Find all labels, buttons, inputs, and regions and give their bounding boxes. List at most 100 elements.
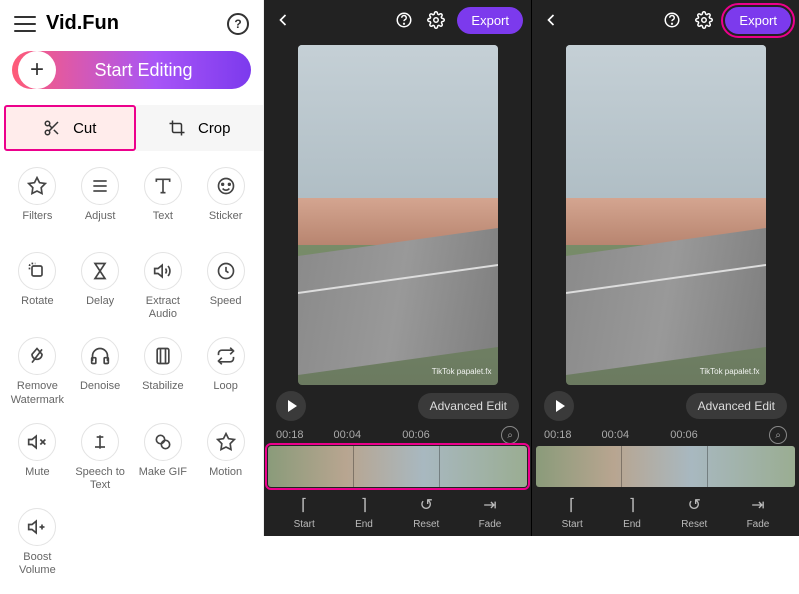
- tool-icon: [18, 252, 56, 290]
- menu-icon[interactable]: [14, 16, 36, 32]
- tool-speech-to-text[interactable]: Speech to Text: [69, 417, 132, 498]
- tool-icon: [81, 167, 119, 205]
- trim-fade-button[interactable]: ⇥Fade: [747, 495, 770, 530]
- bracket-right-icon: ⌉: [622, 495, 642, 515]
- tab-crop[interactable]: Crop: [136, 105, 264, 151]
- tool-label: Sticker: [209, 210, 243, 236]
- trim-fade-button[interactable]: ⇥Fade: [479, 495, 502, 530]
- tool-label: Extract Audio: [134, 295, 193, 321]
- bracket-right-icon: ⌉: [354, 495, 374, 515]
- tool-label: Remove Watermark: [8, 380, 67, 406]
- reset-icon: ↺: [416, 495, 436, 515]
- time-mark: 00:04: [334, 429, 362, 441]
- tool-rotate[interactable]: Rotate: [6, 246, 69, 327]
- tool-icon: [81, 337, 119, 375]
- start-label: Start Editing: [56, 60, 251, 81]
- scissors-icon: [43, 119, 61, 137]
- trim-start-button[interactable]: ⌈Start: [294, 495, 315, 530]
- tool-extract-audio[interactable]: Extract Audio: [132, 246, 195, 327]
- tool-icon: [144, 167, 182, 205]
- back-icon[interactable]: [540, 9, 562, 31]
- help-icon[interactable]: [661, 9, 683, 31]
- app-title: Vid.Fun: [46, 12, 227, 35]
- help-icon[interactable]: [393, 9, 415, 31]
- tool-stabilize[interactable]: Stabilize: [132, 331, 195, 412]
- tool-icon: [18, 508, 56, 546]
- video-preview[interactable]: TikTok papalet.fx: [566, 45, 766, 385]
- timeline[interactable]: [268, 446, 527, 487]
- tab-cut-label: Cut: [73, 120, 96, 137]
- watermark: TikTok papalet.fx: [432, 367, 492, 377]
- tool-label: Loop: [213, 380, 237, 406]
- tool-speed[interactable]: Speed: [194, 246, 257, 327]
- tool-icon: [18, 337, 56, 375]
- tool-mute[interactable]: Mute: [6, 417, 69, 498]
- tool-label: Mute: [25, 466, 49, 492]
- trim-end-button[interactable]: ⌉End: [354, 495, 374, 530]
- tab-crop-label: Crop: [198, 120, 231, 137]
- video-preview[interactable]: TikTok papalet.fx: [298, 45, 498, 385]
- settings-icon[interactable]: [693, 9, 715, 31]
- tool-sticker[interactable]: Sticker: [194, 161, 257, 242]
- tool-delay[interactable]: Delay: [69, 246, 132, 327]
- advanced-edit-button[interactable]: Advanced Edit: [418, 393, 519, 419]
- tool-label: Boost Volume: [8, 551, 67, 577]
- tool-label: Denoise: [80, 380, 120, 406]
- advanced-edit-button[interactable]: Advanced Edit: [686, 393, 787, 419]
- start-editing-button[interactable]: + Start Editing: [12, 51, 251, 89]
- timeline[interactable]: [536, 446, 795, 487]
- trim-start-button[interactable]: ⌈Start: [562, 495, 583, 530]
- time-mark: 00:06: [670, 429, 698, 441]
- editor-panel: ExportTikTok papalet.fxAdvanced Edit00:1…: [264, 0, 531, 536]
- tool-loop[interactable]: Loop: [194, 331, 257, 412]
- tab-cut[interactable]: Cut: [4, 105, 136, 151]
- tool-filters[interactable]: Filters: [6, 161, 69, 242]
- back-icon[interactable]: [272, 9, 294, 31]
- tool-label: Speech to Text: [71, 466, 130, 492]
- tool-label: Motion: [209, 466, 242, 492]
- time-mark: 00:06: [402, 429, 430, 441]
- trim-reset-button[interactable]: ↺Reset: [681, 495, 707, 530]
- bracket-left-icon: ⌈: [562, 495, 582, 515]
- tool-icon: [144, 337, 182, 375]
- trim-end-button[interactable]: ⌉End: [622, 495, 642, 530]
- tool-text[interactable]: Text: [132, 161, 195, 242]
- play-button[interactable]: [544, 391, 574, 421]
- tool-adjust[interactable]: Adjust: [69, 161, 132, 242]
- editor-panel: Export TikTok papalet.fx Advanced Edit 00:1…: [531, 0, 799, 536]
- fade-icon: ⇥: [480, 495, 500, 515]
- tool-label: Delay: [86, 295, 114, 321]
- tool-label: Rotate: [21, 295, 53, 321]
- play-button[interactable]: [276, 391, 306, 421]
- tool-icon: [144, 423, 182, 461]
- tool-make-gif[interactable]: Make GIF: [132, 417, 195, 498]
- tool-label: Stabilize: [142, 380, 184, 406]
- tool-motion[interactable]: Motion: [194, 417, 257, 498]
- tool-icon: [18, 167, 56, 205]
- tool-icon: [18, 423, 56, 461]
- export-button[interactable]: Export: [725, 7, 791, 34]
- tool-label: Make GIF: [139, 466, 187, 492]
- export-button[interactable]: Export: [457, 7, 523, 34]
- tool-boost-volume[interactable]: Boost Volume: [6, 502, 69, 583]
- trim-reset-button[interactable]: ↺Reset: [413, 495, 439, 530]
- tool-icon: [207, 252, 245, 290]
- tool-icon: [81, 423, 119, 461]
- tool-icon: [144, 252, 182, 290]
- bracket-left-icon: ⌈: [294, 495, 314, 515]
- tool-label: Adjust: [85, 210, 116, 236]
- fade-icon: ⇥: [748, 495, 768, 515]
- tool-label: Text: [153, 210, 173, 236]
- zoom-icon[interactable]: ⌕: [769, 426, 787, 444]
- settings-icon[interactable]: [425, 9, 447, 31]
- tool-remove-watermark[interactable]: Remove Watermark: [6, 331, 69, 412]
- zoom-icon[interactable]: ⌕: [501, 426, 519, 444]
- tool-icon: [207, 337, 245, 375]
- tool-icon: [81, 252, 119, 290]
- time-total: 00:18: [544, 429, 572, 441]
- help-icon[interactable]: ?: [227, 13, 249, 35]
- crop-icon: [168, 119, 186, 137]
- tool-denoise[interactable]: Denoise: [69, 331, 132, 412]
- tool-label: Filters: [22, 210, 52, 236]
- tool-icon: [207, 423, 245, 461]
